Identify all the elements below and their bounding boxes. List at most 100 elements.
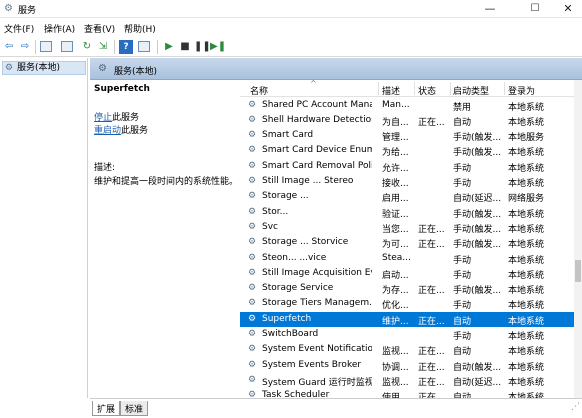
- selected-service-name: Superfetch: [94, 84, 150, 94]
- service-status: 正在...: [418, 224, 445, 235]
- resize-grip-icon[interactable]: ⋰: [560, 402, 580, 416]
- table-row[interactable]: ⚙ Storage Tiers Managem... 优化... 手动 本地系统: [240, 296, 574, 311]
- table-row[interactable]: ⚙ System Guard 运行时监视... 监视... 正在... 自动(延迟...…: [240, 373, 574, 388]
- service-startup-type: 自动: [453, 390, 507, 398]
- column-log-on-as[interactable]: 登录为: [508, 84, 535, 97]
- column-divider: [414, 82, 415, 95]
- services-gear-icon: ⚙: [5, 63, 14, 73]
- service-startup-type: 自动: [453, 347, 472, 358]
- table-row[interactable]: ⚙ SwitchBoard 手动 本地系统: [240, 327, 574, 342]
- stop-service-link[interactable]: 停止: [94, 113, 112, 123]
- restart-service-icon[interactable]: ▶❚: [210, 40, 226, 54]
- service-gear-icon: ⚙: [248, 130, 257, 141]
- column-divider: [450, 82, 451, 95]
- table-row[interactable]: ⚙ Smart Card Device Enum... 为给... 手动(触发... 本…: [240, 143, 574, 158]
- service-name: Storage Tiers Managem...: [262, 298, 372, 309]
- stop-service-line: 停止此服务: [94, 110, 139, 123]
- service-gear-icon: ⚙: [248, 191, 257, 202]
- service-status: 正在...: [418, 316, 445, 327]
- column-name[interactable]: 名称: [250, 84, 268, 97]
- services-gear-icon: ⚙: [98, 63, 107, 74]
- menu-help[interactable]: 帮助(H): [124, 22, 156, 35]
- scrollbar-thumb[interactable]: [575, 260, 581, 282]
- services-list: ^ 名称 描述 状态 启动类型 登录为 ⚙ Shared PC Account M…: [240, 80, 574, 398]
- service-log-on-as: 本地系统: [508, 148, 545, 159]
- restart-service-line: 重启动此服务: [94, 123, 148, 136]
- services-gear-icon: ⚙: [4, 3, 13, 14]
- service-name: Smart Card: [262, 130, 314, 141]
- table-row[interactable]: ⚙ System Events Broker 协调... 正在... 自动(触发... 本…: [240, 358, 574, 373]
- minimize-button[interactable]: —: [470, 0, 510, 18]
- column-divider: [504, 82, 505, 95]
- table-row[interactable]: ⚙ Superfetch 维护... 正在... 自动 本地系统: [240, 311, 574, 327]
- help-icon[interactable]: ?: [119, 40, 133, 54]
- table-row[interactable]: ⚙ Storage Service 为存... 正在... 手动(触发... 本地系统: [240, 281, 574, 296]
- table-row[interactable]: ⚙ Steon... ...vice Stea... 手动 本地系统: [240, 251, 574, 266]
- restart-service-link[interactable]: 重启动: [94, 126, 121, 136]
- start-service-icon[interactable]: ▶: [162, 40, 176, 54]
- table-row[interactable]: ⚙ Still Image Acquisition Ev... 启动... 手动 本地系…: [240, 266, 574, 281]
- service-gear-icon: ⚙: [248, 114, 257, 125]
- service-gear-icon: ⚙: [248, 344, 257, 355]
- forward-arrow-icon[interactable]: ⇨: [18, 40, 32, 54]
- column-startup-type[interactable]: 启动类型: [453, 84, 489, 97]
- properties-icon[interactable]: [61, 41, 73, 52]
- toolbar: ⇦ ⇨ ↻ ⇲ ? ▶ ■ ❚❚ ▶❚: [0, 37, 582, 57]
- service-description: 为给...: [382, 148, 409, 159]
- service-name: Storage Service: [262, 283, 334, 294]
- table-row[interactable]: ⚙ Smart Card 管理... 手动(触发... 本地服务: [240, 128, 574, 143]
- column-description[interactable]: 描述: [382, 84, 400, 97]
- service-description: 接收...: [382, 179, 409, 189]
- service-name: Steon... ...vice: [262, 252, 327, 263]
- tree-item-services-local[interactable]: ⚙ 服务(本地): [2, 61, 86, 75]
- service-name: Storage ...: [262, 191, 309, 202]
- tab-standard[interactable]: 标准: [120, 401, 149, 416]
- service-gear-icon: ⚙: [248, 267, 257, 278]
- console-tree-icon[interactable]: [40, 41, 52, 52]
- table-row[interactable]: ⚙ Shell Hardware Detection 为自... 正在... 自动 本地系…: [240, 113, 574, 128]
- service-status: 正在...: [418, 117, 445, 128]
- service-log-on-as: 本地系统: [508, 347, 545, 358]
- refresh-icon[interactable]: ↻: [80, 40, 94, 54]
- menu-action[interactable]: 操作(A): [44, 22, 75, 35]
- restart-service-suffix: 此服务: [121, 126, 149, 136]
- stop-service-icon[interactable]: ■: [178, 40, 192, 54]
- table-row[interactable]: ⚙ Storage ... 启用... 自动(延迟... 网络服务: [240, 189, 574, 204]
- table-row[interactable]: ⚙ Smart Card Removal Poli... 允许... 手动 本地系统: [240, 159, 574, 174]
- service-name: System Guard 运行时监视...: [262, 377, 372, 388]
- tab-expanded[interactable]: 扩展: [92, 401, 121, 416]
- service-name: System Events Broker: [262, 359, 362, 370]
- export-icon[interactable]: ⇲: [96, 40, 110, 54]
- table-row[interactable]: ⚙ Still Image ... Stereo 接收... 手动 本地系统: [240, 174, 574, 189]
- service-gear-icon: ⚙: [248, 99, 257, 110]
- table-row[interactable]: ⚙ Svc 当您... 正在... 手动(触发... 本地系统: [240, 220, 574, 235]
- table-row[interactable]: ⚙ Storage ... Storvice 为可... 正在... 手动(触发... 本…: [240, 235, 574, 250]
- stop-service-suffix: 此服务: [112, 113, 140, 123]
- table-row[interactable]: ⚙ Task Scheduler 使用... 正在...自动本地系统: [240, 388, 574, 398]
- table-row[interactable]: ⚙ System Event Notification... 监视... 正在... 自…: [240, 342, 574, 357]
- service-log-on-as: 本地系统: [508, 255, 545, 266]
- service-description: 当您...: [382, 224, 409, 235]
- back-arrow-icon[interactable]: ⇦: [2, 40, 16, 54]
- column-status[interactable]: 状态: [418, 84, 436, 97]
- service-startup-type: 自动(触发...: [453, 362, 502, 373]
- service-status: 正在...: [418, 362, 445, 373]
- service-gear-icon: ⚙: [248, 359, 257, 370]
- table-row[interactable]: ⚙ Shared PC Account Mana... Man... 禁用 本地系统: [240, 98, 574, 113]
- service-startup-type: 禁用: [453, 102, 472, 113]
- show-hide-icon[interactable]: [138, 41, 150, 52]
- service-gear-icon: ⚙: [248, 206, 257, 217]
- service-startup-type: 手动(触发...: [453, 224, 502, 235]
- service-description: 启用...: [382, 194, 409, 205]
- vertical-scrollbar[interactable]: [574, 80, 582, 398]
- close-button[interactable]: ✕: [548, 0, 582, 18]
- table-row[interactable]: ⚙ Stor... 验证... 手动(触发... 本地系统: [240, 205, 574, 220]
- service-gear-icon: ⚙: [248, 160, 257, 171]
- service-gear-icon: ⚙: [248, 313, 257, 324]
- pause-service-icon[interactable]: ❚❚: [194, 40, 211, 54]
- service-startup-type: 手动: [453, 301, 472, 312]
- service-log-on-as: 本地系统: [508, 179, 545, 189]
- title-bar: ⚙ 服务 — ☐ ✕: [0, 0, 582, 18]
- menu-file[interactable]: 文件(F): [4, 22, 34, 35]
- menu-view[interactable]: 查看(V): [84, 22, 115, 35]
